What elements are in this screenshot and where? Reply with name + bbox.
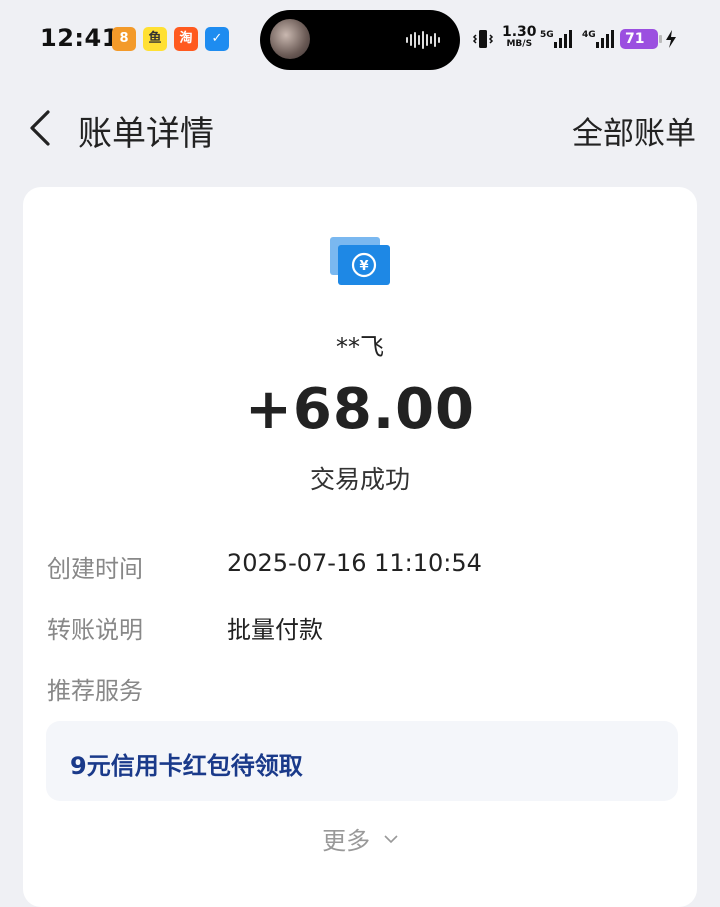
net-speed: 1.30 MB/S [502,24,537,50]
svg-text:¥: ¥ [359,259,368,274]
dynamic-island[interactable] [260,10,460,70]
transaction-amount: +68.00 [244,377,476,442]
feishu-icon: ✓ [205,27,229,51]
xianyu-icon: 鱼 [143,27,167,51]
taobao-icon: 淘 [174,27,198,51]
status-bar: 12:41 8 鱼 淘 ✓ 1.30 MB/S 5G 4G 71 [0,0,720,80]
signal-4g-label: 4G [582,30,596,40]
status-time: 12:41 [40,24,119,52]
transfer-note-label: 转账说明 [47,616,143,644]
audio-wave-icon [406,30,440,50]
now-playing-avatar [270,19,310,59]
vibrate-icon [472,30,494,48]
net-speed-unit: MB/S [506,39,533,49]
all-bills-link[interactable]: 全部账单 [572,108,696,153]
charging-icon [666,30,676,48]
recommended-services-label: 推荐服务 [47,677,143,705]
signal-4g-icon: 4G [582,30,614,48]
page-title: 账单详情 [78,114,214,154]
transfer-note-value: 批量付款 [227,616,323,644]
battery-indicator: 71 [620,29,662,49]
promo-text: 9元信用卡红包待领取 [70,752,303,780]
transaction-status: 交易成功 [309,465,410,494]
signal-5g-icon: 5G [540,30,572,48]
more-label: 更多 [322,827,371,855]
chevron-down-icon [384,835,398,844]
meituan-icon: 8 [112,27,136,51]
nav-header: 账单详情 全部账单 [0,90,720,170]
counterparty-name: **飞 [336,333,384,361]
net-speed-value: 1.30 [502,24,537,40]
back-arrow-icon[interactable] [24,108,60,148]
created-time-value: 2025-07-16 11:10:54 [227,549,482,577]
credit-card-promo-banner[interactable]: 9元信用卡红包待领取 [46,721,678,801]
transfer-card-icon: ¥ [330,237,390,285]
created-time-label: 创建时间 [47,555,143,583]
more-button[interactable]: 更多 [23,821,697,856]
bill-detail-card: ¥ **飞 +68.00 交易成功 创建时间 2025-07-16 11:10:… [23,187,697,907]
signal-5g-label: 5G [540,30,554,40]
